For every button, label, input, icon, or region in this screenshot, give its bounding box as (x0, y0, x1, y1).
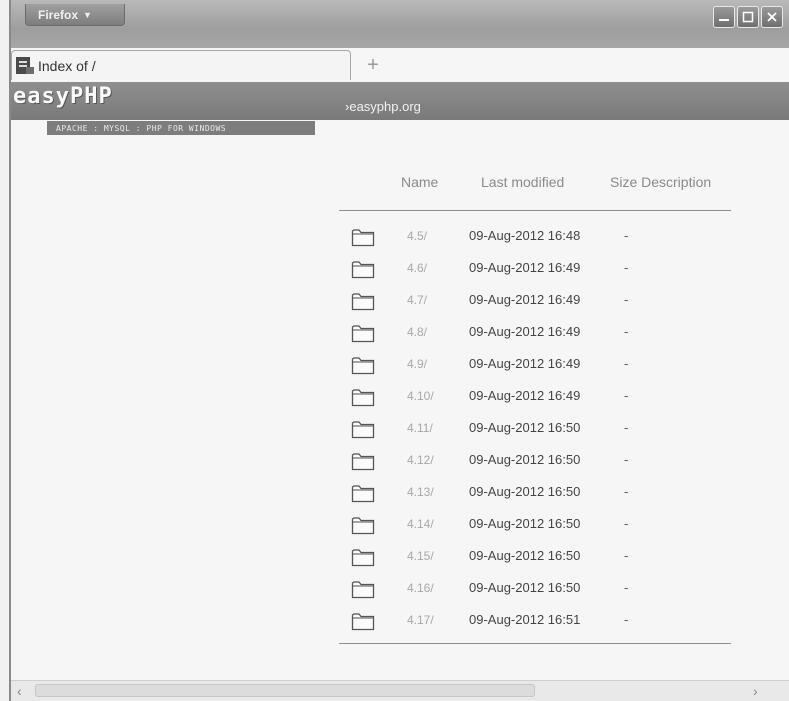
close-button[interactable] (761, 6, 783, 28)
entry-modified: 09-Aug-2012 16:49 (469, 324, 581, 339)
entry-modified: 09-Aug-2012 16:49 (469, 356, 581, 371)
horizontal-scrollbar[interactable]: ‹ › (11, 680, 789, 701)
table-row: 4.13/ 09-Aug-2012 16:50 - (339, 477, 731, 509)
folder-icon (351, 613, 375, 631)
folder-icon (351, 517, 375, 535)
entry-modified: 09-Aug-2012 16:49 (469, 388, 581, 403)
firefox-menu-label: Firefox (38, 7, 79, 22)
folder-icon (351, 325, 375, 343)
folder-icon (351, 581, 375, 599)
easyphp-logo[interactable]: easyPHP (13, 85, 113, 109)
entry-modified: 09-Aug-2012 16:50 (469, 484, 581, 499)
table-row: 4.5/ 09-Aug-2012 16:48 - (339, 221, 731, 253)
minimize-icon (719, 19, 729, 21)
entry-modified: 09-Aug-2012 16:50 (469, 548, 581, 563)
entry-size: - (624, 580, 629, 595)
entry-size: - (624, 292, 629, 307)
folder-icon (351, 453, 375, 471)
entry-name-link[interactable]: 4.15/ (407, 549, 434, 563)
entry-name-link[interactable]: 4.13/ (407, 485, 434, 499)
minimize-button[interactable] (713, 6, 735, 28)
table-row: 4.9/ 09-Aug-2012 16:49 - (339, 349, 731, 381)
folder-icon (351, 293, 375, 311)
entry-name-link[interactable]: 4.10/ (407, 389, 434, 403)
table-row: 4.16/ 09-Aug-2012 16:50 - (339, 573, 731, 605)
entry-name-link[interactable]: 4.9/ (407, 357, 427, 371)
entry-name-link[interactable]: 4.16/ (407, 581, 434, 595)
entry-name-link[interactable]: 4.8/ (407, 325, 427, 339)
entry-modified: 09-Aug-2012 16:49 (469, 260, 581, 275)
entry-modified: 09-Aug-2012 16:50 (469, 580, 581, 595)
entry-name-link[interactable]: 4.12/ (407, 453, 434, 467)
title-bar: Firefox ▼ (11, 0, 789, 48)
entry-name-link[interactable]: 4.6/ (407, 261, 427, 275)
chevron-down-icon: ▼ (83, 9, 92, 20)
entry-size: - (624, 452, 629, 467)
table-row: 4.12/ 09-Aug-2012 16:50 - (339, 445, 731, 477)
entry-size: - (624, 612, 629, 627)
folder-icon (351, 549, 375, 567)
scroll-left-icon[interactable]: ‹ (17, 683, 22, 699)
entry-size: - (624, 484, 629, 499)
folder-icon (351, 421, 375, 439)
scroll-right-icon[interactable]: › (753, 683, 758, 699)
table-row: 4.7/ 09-Aug-2012 16:49 - (339, 285, 731, 317)
table-row: 4.8/ 09-Aug-2012 16:49 - (339, 317, 731, 349)
table-row: 4.11/ 09-Aug-2012 16:50 - (339, 413, 731, 445)
tab-index[interactable]: Index of / (11, 50, 351, 80)
listing-rows: 4.5/ 09-Aug-2012 16:48 - 4.6/ 09-Aug-201… (339, 221, 731, 637)
entry-size: - (624, 260, 629, 275)
firefox-menu-button[interactable]: Firefox ▼ (25, 4, 125, 26)
scrollbar-thumb[interactable] (35, 684, 535, 697)
entry-modified: 09-Aug-2012 16:51 (469, 612, 581, 627)
table-row: 4.15/ 09-Aug-2012 16:50 - (339, 541, 731, 573)
entry-modified: 09-Aug-2012 16:48 (469, 228, 581, 243)
browser-window: Firefox ▼ Index of / + easyPHP APACHE : (9, 0, 789, 701)
folder-icon (351, 485, 375, 503)
new-tab-button[interactable]: + (356, 50, 390, 80)
entry-name-link[interactable]: 4.7/ (407, 293, 427, 307)
entry-size: - (624, 548, 629, 563)
entry-size: - (624, 516, 629, 531)
table-row: 4.14/ 09-Aug-2012 16:50 - (339, 509, 731, 541)
easyphp-link[interactable]: ›easyphp.org (345, 99, 421, 114)
entry-size: - (624, 324, 629, 339)
entry-modified: 09-Aug-2012 16:49 (469, 292, 581, 307)
maximize-icon (742, 11, 754, 23)
column-header-last-modified[interactable]: Last modified (481, 174, 564, 190)
entry-modified: 09-Aug-2012 16:50 (469, 516, 581, 531)
entry-size: - (624, 228, 629, 243)
footer-divider (339, 643, 731, 644)
table-row: 4.6/ 09-Aug-2012 16:49 - (339, 253, 731, 285)
entry-modified: 09-Aug-2012 16:50 (469, 452, 581, 467)
page-favicon-icon (16, 57, 34, 74)
table-row: 4.17/ 09-Aug-2012 16:51 - (339, 605, 731, 637)
window-controls (711, 6, 783, 28)
header-divider (339, 210, 731, 211)
column-headers: Name Last modified Size Description (339, 168, 731, 198)
entry-size: - (624, 388, 629, 403)
logo-text: easyPHP (13, 84, 113, 109)
folder-icon (351, 229, 375, 247)
directory-listing: Name Last modified Size Description 4.5/… (339, 168, 731, 644)
entry-name-link[interactable]: 4.17/ (407, 613, 434, 627)
entry-size: - (624, 356, 629, 371)
column-header-size-description[interactable]: Size Description (610, 174, 711, 190)
table-row: 4.10/ 09-Aug-2012 16:49 - (339, 381, 731, 413)
maximize-button[interactable] (737, 6, 759, 28)
entry-name-link[interactable]: 4.11/ (407, 421, 433, 435)
entry-name-link[interactable]: 4.14/ (407, 517, 434, 531)
entry-modified: 09-Aug-2012 16:50 (469, 420, 581, 435)
tab-title: Index of / (38, 57, 96, 74)
folder-icon (351, 261, 375, 279)
close-icon (767, 12, 777, 22)
easyphp-link-label: easyphp.org (349, 99, 421, 114)
folder-icon (351, 357, 375, 375)
entry-name-link[interactable]: 4.5/ (407, 229, 427, 243)
folder-icon (351, 389, 375, 407)
column-header-name[interactable]: Name (401, 174, 438, 190)
entry-size: - (624, 420, 629, 435)
logo-tagline: APACHE : MYSQL : PHP FOR WINDOWS (47, 121, 315, 135)
